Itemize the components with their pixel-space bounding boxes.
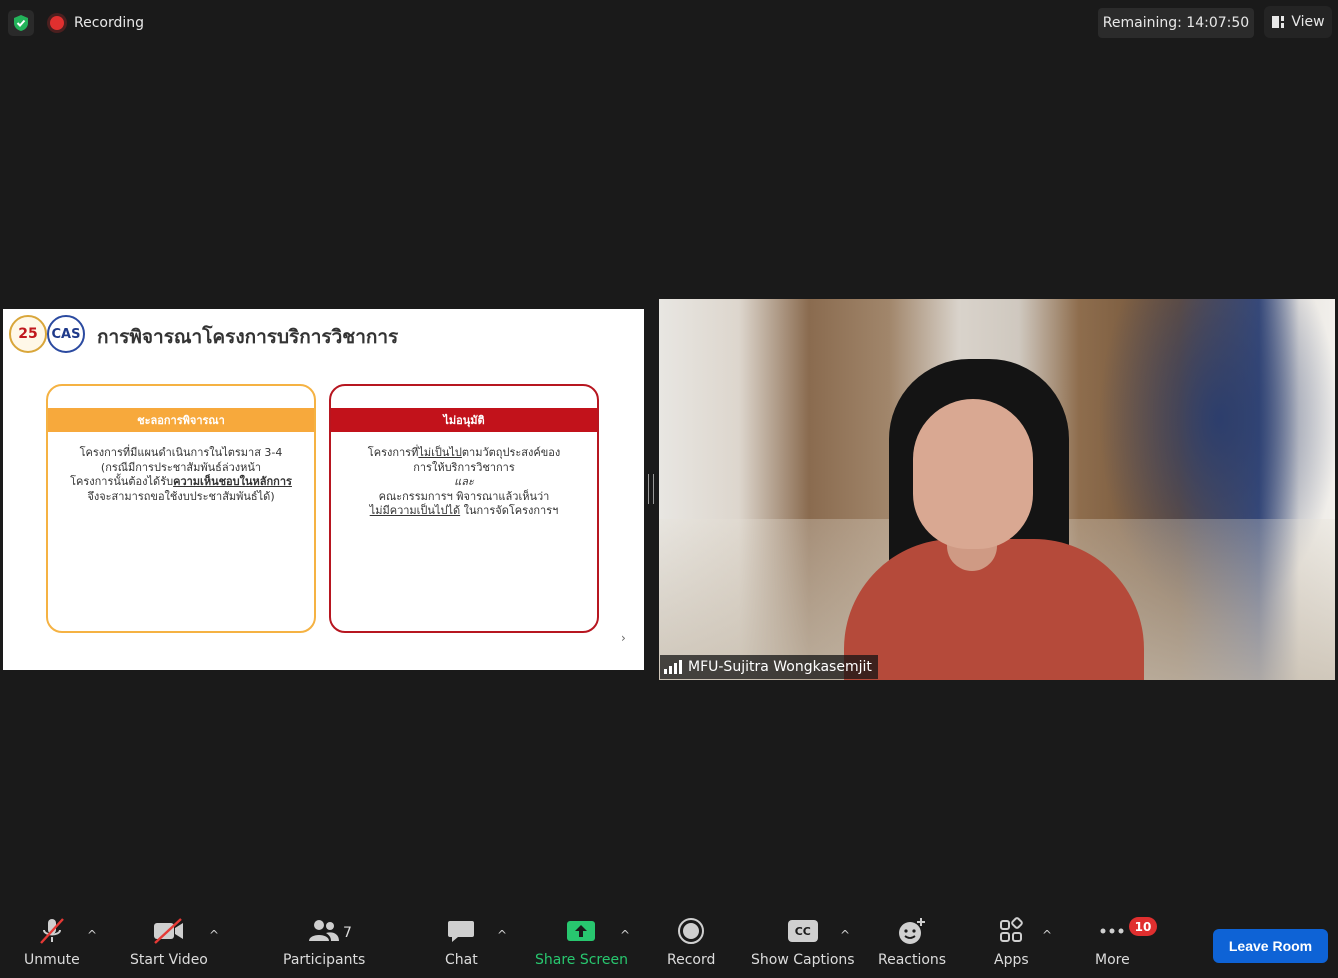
card-text-line: คณะกรรมการฯ พิจารณาแล้วเห็นว่า bbox=[378, 489, 550, 503]
record-icon bbox=[678, 918, 705, 944]
participant-video-tile[interactable]: MFU-Sujitra Wongkasemjit bbox=[659, 299, 1335, 680]
participant-name: MFU-Sujitra Wongkasemjit bbox=[688, 659, 872, 675]
unmute-label: Unmute bbox=[24, 952, 80, 968]
participants-button[interactable]: Participants bbox=[283, 916, 365, 968]
card-text-line: จึงจะสามารถขอใช้งบประชาสัมพันธ์ได้) bbox=[87, 489, 275, 503]
recording-indicator[interactable]: Recording bbox=[44, 10, 150, 36]
chat-label: Chat bbox=[445, 952, 478, 968]
start-video-button[interactable]: Start Video bbox=[130, 916, 208, 968]
captions-options-caret-icon[interactable]: ^ bbox=[840, 928, 850, 942]
reactions-smiley-icon bbox=[899, 918, 926, 944]
logo-cas: CAS bbox=[47, 315, 85, 353]
view-grid-icon bbox=[1272, 16, 1285, 28]
card-text: โครงการที่ bbox=[367, 446, 419, 459]
participant-face bbox=[913, 399, 1033, 549]
more-dots-icon bbox=[1100, 928, 1124, 934]
reactions-button[interactable]: Reactions bbox=[878, 916, 946, 968]
apps-label: Apps bbox=[994, 952, 1029, 968]
apps-options-caret-icon[interactable]: ^ bbox=[1042, 928, 1052, 942]
card-text-line: โครงการนั้นต้องได้รับความเห็นชอบในหลักกา… bbox=[56, 475, 306, 490]
card-text: โครงการนั้นต้องได้รับ bbox=[70, 475, 174, 489]
card-not-approved: ไม่อนุมัติ โครงการที่ไม่เป็นไปตามวัตถุปร… bbox=[329, 384, 599, 633]
recording-label: Recording bbox=[74, 15, 145, 31]
share-options-caret-icon[interactable]: ^ bbox=[620, 928, 630, 942]
card-text-line: และ bbox=[454, 475, 474, 489]
show-captions-label: Show Captions bbox=[751, 952, 855, 968]
show-captions-button[interactable]: CC Show Captions bbox=[751, 916, 855, 968]
card-postpone-body: โครงการที่มีแผนดำเนินการในไตรมาส 3-4 (กร… bbox=[56, 446, 306, 504]
signal-strength-icon bbox=[664, 660, 682, 674]
card-text-emphasis: ไม่เป็นไป bbox=[418, 446, 462, 459]
logo-25-years: 25 bbox=[9, 315, 47, 353]
card-text-line: การให้บริการวิชาการ bbox=[413, 460, 515, 474]
microphone-muted-icon bbox=[39, 918, 64, 944]
card-text-line: โครงการที่มีแผนดำเนินการในไตรมาส 3-4 bbox=[79, 446, 283, 459]
card-text: ตามวัตถุประสงค์ของ bbox=[461, 446, 561, 459]
chat-options-caret-icon[interactable]: ^ bbox=[497, 928, 507, 942]
record-button[interactable]: Record bbox=[667, 916, 715, 968]
participants-icon bbox=[309, 920, 340, 941]
more-label: More bbox=[1095, 952, 1130, 968]
closed-captions-icon: CC bbox=[787, 920, 818, 942]
chat-button[interactable]: Chat bbox=[445, 916, 478, 968]
card-text-emphasis: ความเห็นชอบในหลักการ bbox=[173, 475, 292, 489]
start-video-label: Start Video bbox=[130, 952, 208, 968]
more-button[interactable]: More bbox=[1095, 916, 1130, 968]
card-text-emphasis: ไม่มีความเป็นไปได้ bbox=[369, 504, 461, 518]
card-text: ในการจัดโครงการฯ bbox=[460, 504, 559, 518]
participants-count: 7 bbox=[343, 925, 352, 941]
card-not-approved-body: โครงการที่ไม่เป็นไปตามวัตถุประสงค์ของ กา… bbox=[339, 446, 589, 519]
security-shield-icon[interactable] bbox=[8, 10, 34, 36]
meeting-window: Recording Remaining: 14:07:50 View 25 CA… bbox=[0, 0, 1338, 978]
shared-screen-slide: 25 CAS การพิจารณาโครงการบริการวิชาการ ชะ… bbox=[3, 309, 644, 670]
share-screen-button[interactable]: Share Screen bbox=[535, 916, 628, 968]
participants-label: Participants bbox=[283, 952, 366, 968]
share-screen-arrow-icon bbox=[567, 921, 596, 941]
slide-next-arrow-icon: › bbox=[621, 631, 626, 645]
share-screen-label: Share Screen bbox=[535, 952, 628, 968]
panel-splitter-handle[interactable] bbox=[648, 474, 654, 504]
card-text-line: โครงการที่ไม่เป็นไปตามวัตถุประสงค์ของ bbox=[339, 446, 589, 461]
apps-icon bbox=[1000, 917, 1024, 942]
remaining-time: Remaining: 14:07:50 bbox=[1098, 8, 1254, 38]
audio-options-caret-icon[interactable]: ^ bbox=[87, 928, 97, 942]
record-label: Record bbox=[667, 952, 716, 968]
card-not-approved-header: ไม่อนุมัติ bbox=[331, 408, 597, 432]
reactions-label: Reactions bbox=[878, 952, 947, 968]
leave-room-button[interactable]: Leave Room bbox=[1213, 929, 1328, 963]
more-notification-badge: 10 bbox=[1129, 917, 1157, 936]
view-label: View bbox=[1291, 14, 1325, 30]
chat-bubble-icon bbox=[448, 921, 475, 942]
slide-title: การพิจารณาโครงการบริการวิชาการ bbox=[97, 326, 399, 348]
card-text-line: (กรณีมีการประชาสัมพันธ์ล่วงหน้า bbox=[100, 460, 262, 474]
card-text-line: ไม่มีความเป็นไปได้ ในการจัดโครงการฯ bbox=[339, 504, 589, 519]
video-options-caret-icon[interactable]: ^ bbox=[209, 928, 219, 942]
participant-nameplate: MFU-Sujitra Wongkasemjit bbox=[660, 655, 878, 679]
video-camera-off-icon bbox=[153, 918, 183, 944]
card-postpone: ชะลอการพิจารณา โครงการที่มีแผนดำเนินการใ… bbox=[46, 384, 316, 633]
participant-body bbox=[844, 539, 1144, 680]
apps-button[interactable]: Apps bbox=[994, 916, 1029, 968]
recording-dot-icon bbox=[50, 16, 64, 30]
unmute-button[interactable]: Unmute bbox=[24, 916, 80, 968]
card-postpone-header: ชะลอการพิจารณา bbox=[48, 408, 314, 432]
view-button[interactable]: View bbox=[1264, 6, 1332, 38]
